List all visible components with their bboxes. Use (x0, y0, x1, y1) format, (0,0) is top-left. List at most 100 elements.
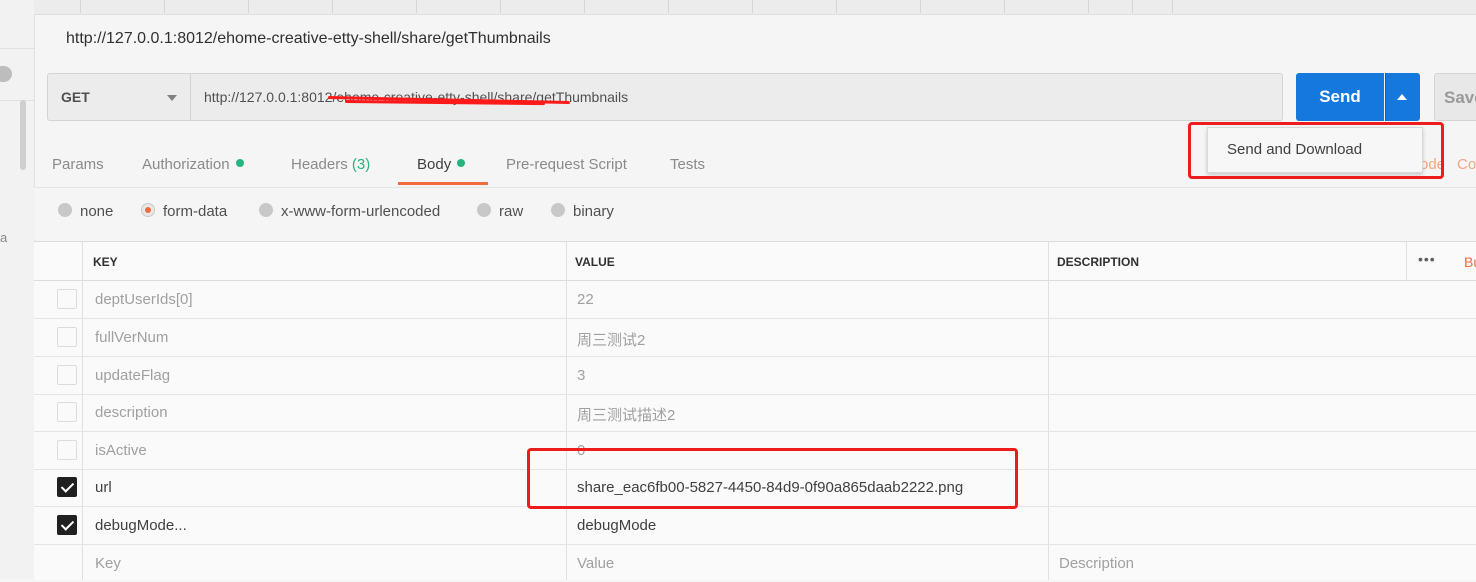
chevron-up-icon (1397, 94, 1407, 100)
request-tab[interactable] (1132, 0, 1173, 13)
request-tab[interactable] (332, 0, 417, 13)
row-checkbox-checked[interactable] (57, 515, 77, 535)
row-checkbox[interactable] (57, 440, 77, 460)
key-cell[interactable]: deptUserIds[0] (95, 291, 193, 308)
sidebar-scrollbar[interactable] (20, 100, 26, 170)
value-cell[interactable]: 周三测试2 (577, 329, 645, 350)
radio-label: x-www-form-urlencoded (281, 203, 441, 220)
radio-circle-icon (259, 203, 273, 217)
request-tab[interactable] (44, 0, 81, 13)
request-tab[interactable] (416, 0, 501, 13)
cookies-link[interactable]: Co (1457, 156, 1476, 173)
more-options-icon[interactable]: ••• (1418, 251, 1436, 267)
active-tab-indicator (398, 182, 488, 185)
radio-form-data[interactable]: form-data (141, 203, 227, 220)
radio-label: raw (499, 203, 524, 220)
request-tab[interactable] (80, 0, 165, 13)
key-placeholder[interactable]: Key (95, 555, 121, 572)
request-tab[interactable] (836, 0, 921, 13)
tab-label: Pre-request Script (506, 156, 627, 173)
row-checkbox-checked[interactable] (57, 477, 77, 497)
table-row: debugMode... debugMode (34, 507, 1476, 545)
sidebar-panel: a (0, 0, 35, 579)
row-checkbox[interactable] (57, 289, 77, 309)
column-divider (1406, 242, 1407, 280)
tab-label: Authorization (142, 156, 230, 173)
request-tab[interactable] (164, 0, 249, 13)
send-options-button[interactable] (1385, 73, 1420, 121)
description-placeholder[interactable]: Description (1059, 555, 1134, 572)
request-tab[interactable] (248, 0, 333, 13)
annotation-highlight-box (1188, 122, 1444, 179)
key-cell[interactable]: fullVerNum (95, 329, 168, 346)
radio-binary[interactable]: binary (551, 203, 614, 220)
radio-label: form-data (163, 203, 228, 220)
request-tab[interactable] (500, 0, 585, 13)
table-row: deptUserIds[0] 22 (34, 281, 1476, 319)
tab-body[interactable]: Body (417, 156, 466, 173)
toggle-knob[interactable] (0, 66, 12, 82)
tab-label: Headers (291, 156, 348, 173)
save-label: Save (1444, 88, 1476, 107)
radio-none[interactable]: none (58, 203, 113, 220)
new-row: Key Value Description (34, 545, 1476, 582)
tab-tests[interactable]: Tests (670, 156, 705, 173)
table-row: description 周三测试描述2 (34, 394, 1476, 432)
key-cell[interactable]: debugMode... (95, 517, 187, 534)
column-header-description: DESCRIPTION (1057, 255, 1140, 269)
key-cell[interactable]: isActive (95, 442, 147, 459)
method-select[interactable]: GET (47, 73, 191, 121)
key-cell[interactable]: updateFlag (95, 367, 170, 384)
row-checkbox[interactable] (57, 365, 77, 385)
key-cell[interactable]: description (95, 404, 168, 421)
request-tab[interactable] (668, 0, 753, 13)
radio-selected-icon (141, 203, 155, 217)
tab-label: Body (417, 156, 452, 173)
save-button[interactable]: Save (1434, 73, 1476, 121)
headers-count: (3) (351, 156, 371, 173)
request-tab[interactable] (1088, 0, 1133, 13)
radio-circle-icon (58, 203, 72, 217)
radio-circle-icon (477, 203, 491, 217)
request-tab-strip (34, 0, 1476, 15)
radio-circle-icon (551, 203, 565, 217)
row-checkbox[interactable] (57, 402, 77, 422)
sidebar-divider (0, 48, 34, 49)
table-row: updateFlag 3 (34, 357, 1476, 395)
request-tab[interactable] (1004, 0, 1089, 13)
radio-label: binary (573, 203, 614, 220)
tab-authorization[interactable]: Authorization (142, 156, 244, 173)
tab-params[interactable]: Params (52, 156, 104, 173)
column-header-value: VALUE (575, 255, 615, 269)
bulk-edit-link[interactable]: Bu (1464, 254, 1476, 270)
value-cell[interactable]: 22 (577, 291, 594, 308)
value-cell[interactable]: 周三测试描述2 (577, 404, 675, 425)
tab-pre-request-script[interactable]: Pre-request Script (506, 156, 627, 173)
annotation-highlight-box (527, 448, 1018, 509)
form-data-table: KEY VALUE DESCRIPTION ••• Bu deptUserIds… (34, 241, 1476, 580)
radio-x-www-form-urlencoded[interactable]: x-www-form-urlencoded (259, 203, 440, 220)
value-cell[interactable]: debugMode (577, 517, 656, 534)
value-cell[interactable]: 3 (577, 367, 585, 384)
status-dot-icon (457, 159, 466, 167)
key-cell[interactable]: url (95, 479, 112, 496)
request-title: http://127.0.0.1:8012/ehome-creative-ett… (66, 30, 551, 47)
sidebar-truncated-text: a (0, 230, 8, 245)
status-dot-icon (235, 159, 244, 167)
tab-headers[interactable]: Headers (3) (291, 156, 370, 173)
radio-label: none (80, 203, 114, 220)
tab-label: Tests (670, 156, 706, 173)
request-tab[interactable] (584, 0, 669, 13)
radio-raw[interactable]: raw (477, 203, 523, 220)
send-label: Send (1319, 87, 1361, 106)
value-placeholder[interactable]: Value (577, 555, 614, 572)
chevron-down-icon (167, 95, 177, 101)
request-tab[interactable] (920, 0, 1005, 13)
request-tab[interactable] (752, 0, 837, 13)
tab-label: Params (52, 156, 104, 173)
method-label: GET (61, 89, 90, 105)
send-button[interactable]: Send (1296, 73, 1384, 121)
sidebar-divider (0, 100, 34, 101)
row-checkbox[interactable] (57, 327, 77, 347)
table-row: fullVerNum 周三测试2 (34, 319, 1476, 357)
